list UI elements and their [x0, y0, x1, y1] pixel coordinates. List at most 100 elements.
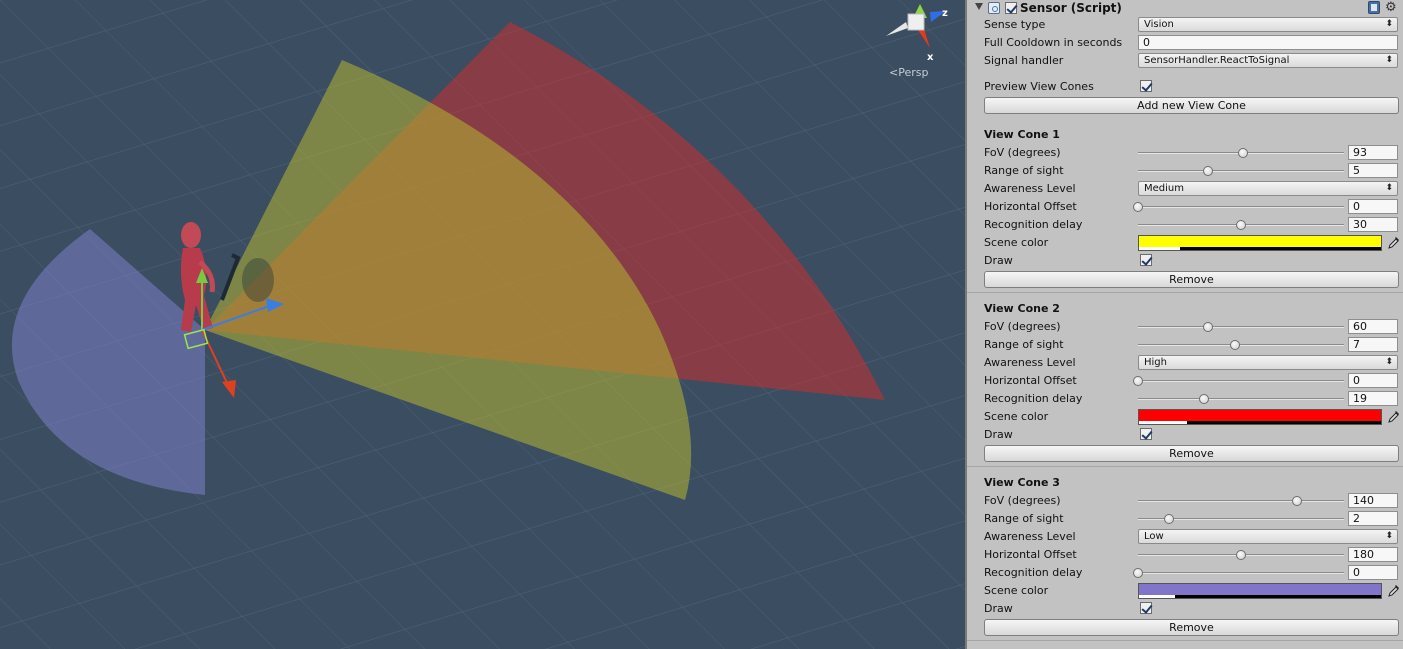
remove-button[interactable]: Remove	[984, 619, 1399, 636]
scene-view[interactable]: z x <Persp	[0, 0, 965, 649]
draw-checkbox[interactable]	[1140, 428, 1152, 440]
perspective-toggle[interactable]: <Persp	[889, 66, 928, 79]
slider-thumb[interactable]	[1229, 340, 1240, 350]
awareness-value: Low	[1144, 531, 1164, 542]
slider-thumb[interactable]	[1236, 550, 1246, 560]
signal-handler-value: SensorHandler.ReactToSignal	[1144, 55, 1290, 66]
offset-field[interactable]: 0	[1348, 199, 1398, 214]
preview-checkbox[interactable]	[1140, 80, 1152, 92]
delay-row: Recognition delay 30	[967, 216, 1403, 234]
range-field[interactable]: 2	[1348, 511, 1398, 526]
awareness-row: Awareness Level Medium ⬍	[967, 180, 1403, 198]
color-swatch	[1139, 236, 1381, 247]
offset-slider[interactable]	[1133, 372, 1344, 390]
help-book-icon[interactable]	[1368, 1, 1380, 14]
fov-slider[interactable]	[1138, 492, 1344, 510]
signal-handler-dropdown[interactable]: SensorHandler.ReactToSignal ⬍	[1138, 53, 1398, 68]
range-row: Range of sight 5	[967, 162, 1403, 180]
dropdown-arrows-icon: ⬍	[1385, 19, 1393, 29]
remove-row: Remove	[967, 271, 1403, 289]
eyedropper-icon[interactable]	[1387, 409, 1401, 424]
sense-type-value: Vision	[1144, 19, 1174, 30]
scene-color-field[interactable]	[1138, 583, 1382, 599]
range-slider[interactable]	[1138, 162, 1344, 180]
slider-thumb[interactable]	[1133, 376, 1143, 386]
delay-field[interactable]: 19	[1348, 391, 1398, 406]
signal-handler-row: Signal handler SensorHandler.ReactToSign…	[967, 52, 1403, 70]
slider-thumb[interactable]	[1163, 514, 1174, 524]
preview-row: Preview View Cones	[967, 78, 1403, 96]
draw-checkbox[interactable]	[1140, 254, 1152, 266]
offset-field[interactable]: 0	[1348, 373, 1398, 388]
awareness-dropdown[interactable]: Low ⬍	[1138, 529, 1398, 544]
slider-thumb[interactable]	[1133, 568, 1143, 578]
fov-slider[interactable]	[1138, 318, 1344, 336]
foldout-arrow-icon[interactable]	[975, 3, 983, 10]
slider-thumb[interactable]	[1198, 394, 1209, 404]
delay-label: Recognition delay	[984, 566, 1083, 579]
fov-field[interactable]: 93	[1348, 145, 1398, 160]
offset-label: Horizontal Offset	[984, 548, 1077, 561]
delay-slider[interactable]	[1138, 390, 1344, 408]
awareness-dropdown[interactable]: High ⬍	[1138, 355, 1398, 370]
sense-type-row: Sense type Vision ⬍	[967, 16, 1403, 34]
slider-thumb[interactable]	[1238, 148, 1249, 158]
awareness-dropdown[interactable]: Medium ⬍	[1138, 181, 1398, 196]
delay-field[interactable]: 30	[1348, 217, 1398, 232]
delay-slider[interactable]	[1138, 216, 1344, 234]
slider-track	[1138, 380, 1344, 382]
remove-button[interactable]: Remove	[984, 271, 1399, 288]
signal-handler-label: Signal handler	[984, 54, 1064, 67]
cooldown-label: Full Cooldown in seconds	[984, 36, 1123, 49]
range-slider[interactable]	[1138, 336, 1344, 354]
cooldown-field[interactable]: 0	[1138, 35, 1398, 50]
scene-color-field[interactable]	[1138, 235, 1382, 251]
range-slider[interactable]	[1138, 510, 1344, 528]
range-label: Range of sight	[984, 164, 1064, 177]
delay-field[interactable]: 0	[1348, 565, 1398, 580]
delay-label: Recognition delay	[984, 218, 1083, 231]
sense-type-dropdown[interactable]: Vision ⬍	[1138, 17, 1398, 32]
fov-field[interactable]: 140	[1348, 493, 1398, 508]
slider-track	[1138, 344, 1344, 346]
slider-track	[1138, 572, 1344, 574]
scene-color-label: Scene color	[984, 410, 1049, 423]
eyedropper-icon[interactable]	[1387, 583, 1401, 598]
alpha-fill	[1139, 595, 1176, 598]
color-swatch	[1139, 584, 1381, 595]
slider-thumb[interactable]	[1133, 202, 1143, 212]
checkbox-icon[interactable]	[1005, 2, 1017, 14]
range-field[interactable]: 5	[1348, 163, 1398, 178]
offset-label: Horizontal Offset	[984, 200, 1077, 213]
slider-thumb[interactable]	[1203, 166, 1214, 176]
offset-slider[interactable]	[1133, 198, 1344, 216]
preview-label: Preview View Cones	[984, 80, 1094, 93]
slider-thumb[interactable]	[1291, 496, 1302, 506]
scene-canvas[interactable]: z x	[0, 0, 965, 649]
delay-row: Recognition delay 19	[967, 390, 1403, 408]
scene-color-field[interactable]	[1138, 409, 1382, 425]
sense-type-label: Sense type	[984, 18, 1046, 31]
eyedropper-icon[interactable]	[1387, 235, 1401, 250]
offset-slider[interactable]	[1138, 546, 1344, 564]
delay-slider[interactable]	[1133, 564, 1344, 582]
slider-track	[1138, 398, 1344, 400]
add-view-cone-button[interactable]: Add new View Cone	[984, 97, 1399, 114]
view-cone-header: View Cone 3	[967, 474, 1403, 492]
remove-row: Remove	[967, 445, 1403, 463]
view-cone-title: View Cone 1	[984, 128, 1060, 141]
draw-label: Draw	[984, 254, 1013, 267]
awareness-label: Awareness Level	[984, 530, 1076, 543]
offset-field[interactable]: 180	[1348, 547, 1398, 562]
slider-thumb[interactable]	[1236, 220, 1246, 230]
fov-slider[interactable]	[1138, 144, 1344, 162]
gear-icon[interactable]: ⚙	[1385, 0, 1397, 15]
delay-label: Recognition delay	[984, 392, 1083, 405]
fov-field[interactable]: 60	[1348, 319, 1398, 334]
slider-thumb[interactable]	[1203, 322, 1214, 332]
draw-checkbox[interactable]	[1140, 602, 1152, 614]
component-header[interactable]: Sensor (Script) ⚙	[967, 0, 1403, 17]
view-cone-title: View Cone 2	[984, 302, 1060, 315]
range-field[interactable]: 7	[1348, 337, 1398, 352]
remove-button[interactable]: Remove	[984, 445, 1399, 462]
